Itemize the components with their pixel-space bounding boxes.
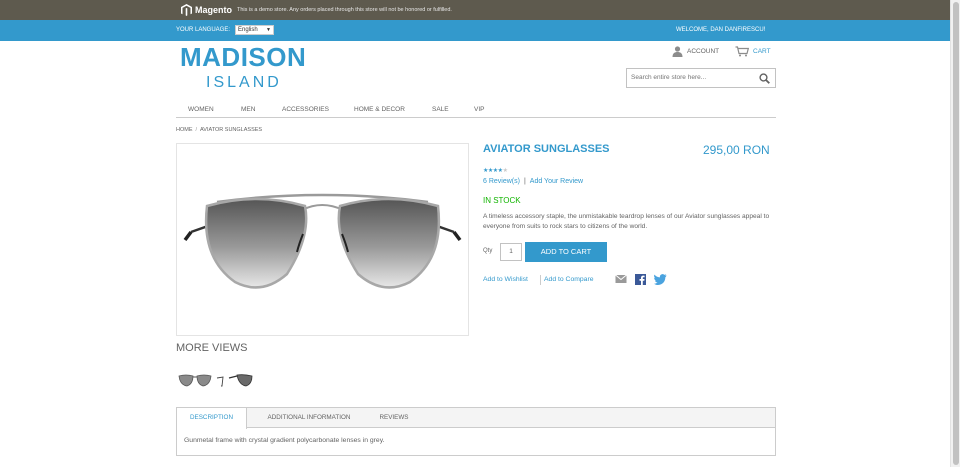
language-select[interactable]: English ▼ (235, 25, 274, 35)
facebook-icon[interactable] (635, 274, 646, 285)
link-divider (540, 275, 541, 285)
product-tabs: DESCRIPTION ADDITIONAL INFORMATION REVIE… (176, 407, 776, 456)
aviator-sunglasses-image (183, 193, 462, 289)
add-to-compare-link[interactable]: Add to Compare (544, 276, 594, 283)
tab-reviews[interactable]: REVIEWS (371, 408, 417, 428)
qty-input[interactable]: 1 (500, 243, 522, 261)
product-thumbnail[interactable] (177, 372, 213, 388)
twitter-icon[interactable] (654, 274, 667, 285)
cart-icon (735, 46, 749, 57)
email-icon[interactable] (615, 274, 627, 284)
nav-item-accessories[interactable]: ACCESSORIES (282, 106, 329, 113)
language-value: English (238, 27, 258, 33)
tab-description[interactable]: DESCRIPTION (177, 408, 247, 429)
breadcrumb-home[interactable]: HOME (176, 127, 193, 133)
account-label: ACCOUNT (687, 48, 720, 55)
cart-link[interactable]: CART (735, 46, 771, 57)
product-main-image[interactable] (176, 143, 469, 336)
tab-header-row: DESCRIPTION ADDITIONAL INFORMATION REVIE… (177, 408, 775, 429)
product-price: 295,00 RON (703, 143, 770, 157)
reviews-links: 6 Review(s) | Add Your Review (483, 178, 583, 185)
welcome-message: WELCOME, DAN DANFIRESCU! (676, 27, 766, 33)
header-bar: YOUR LANGUAGE: English ▼ WELCOME, DAN DA… (0, 20, 950, 41)
breadcrumb-separator: / (195, 127, 198, 133)
rating-stars: ★★★★★ (483, 167, 508, 174)
more-views-title: MORE VIEWS (176, 342, 248, 354)
stock-status: IN STOCK (483, 196, 521, 205)
magento-logo: Magento (181, 4, 232, 16)
product-thumbnail[interactable] (216, 372, 226, 388)
site-logo-title[interactable]: MADISON (180, 42, 306, 73)
product-short-description: A timeless accessory staple, the unmista… (483, 213, 770, 230)
nav-item-sale[interactable]: SALE (432, 106, 449, 113)
magento-brand-text: Magento (195, 5, 232, 15)
account-link[interactable]: ACCOUNT (672, 46, 719, 57)
magento-logo-icon (181, 4, 192, 16)
tab-description-content: Gunmetal frame with crystal gradient pol… (184, 437, 385, 444)
nav-item-women[interactable]: WOMEN (188, 106, 214, 113)
star-empty-icon: ★ (502, 168, 508, 174)
nav-item-home-decor[interactable]: HOME & DECOR (354, 106, 405, 113)
search-icon[interactable] (759, 73, 770, 84)
site-logo-subtitle[interactable]: ISLAND (206, 74, 282, 92)
search-box (626, 68, 776, 88)
cart-label: CART (753, 48, 771, 55)
add-to-wishlist-link[interactable]: Add to Wishlist (483, 276, 528, 283)
scrollbar-thumb[interactable] (953, 2, 959, 465)
demo-notice-text: This is a demo store. Any orders placed … (237, 7, 452, 13)
demo-notice-bar: Magento This is a demo store. Any orders… (0, 0, 950, 20)
search-input[interactable] (631, 74, 751, 81)
breadcrumb: HOME / AVIATOR SUNGLASSES (176, 127, 262, 133)
breadcrumb-current: AVIATOR SUNGLASSES (200, 127, 263, 133)
main-navigation: WOMEN MEN ACCESSORIES HOME & DECOR SALE … (176, 103, 776, 118)
add-to-cart-button[interactable]: ADD TO CART (525, 242, 607, 262)
nav-item-vip[interactable]: VIP (474, 106, 484, 113)
reviews-count-link[interactable]: 6 Review(s) (483, 178, 520, 185)
add-review-link[interactable]: Add Your Review (530, 178, 583, 185)
chevron-down-icon: ▼ (266, 27, 271, 33)
language-label: YOUR LANGUAGE: (176, 27, 231, 33)
qty-label: Qty (483, 248, 493, 254)
product-name: AVIATOR SUNGLASSES (483, 143, 610, 155)
tab-additional-information[interactable]: ADDITIONAL INFORMATION (249, 408, 369, 428)
nav-item-men[interactable]: MEN (241, 106, 255, 113)
product-thumbnail[interactable] (228, 372, 254, 388)
reviews-separator: | (523, 178, 526, 185)
page-scrollbar[interactable] (950, 0, 960, 467)
user-icon (672, 46, 683, 57)
